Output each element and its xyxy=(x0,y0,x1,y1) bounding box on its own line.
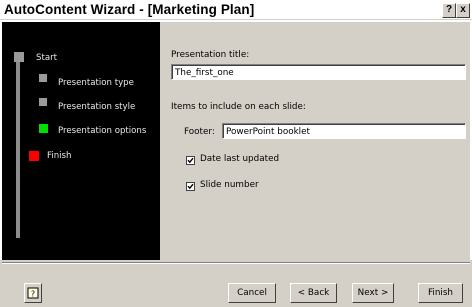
checkmark-icon xyxy=(187,157,194,164)
step-presentation-type-marker xyxy=(39,74,47,82)
step-presentation-style-label[interactable]: Presentation style xyxy=(58,102,135,112)
step-start-marker xyxy=(14,52,24,62)
items-to-include-label: Items to include on each slide: xyxy=(171,102,306,112)
step-start-label[interactable]: Start xyxy=(36,53,57,63)
step-finish-label[interactable]: Finish xyxy=(47,151,71,161)
help-icon: ? xyxy=(27,287,39,299)
date-last-updated-checkbox[interactable] xyxy=(186,156,195,165)
office-assistant-button[interactable]: ? xyxy=(24,283,42,303)
step-finish-marker xyxy=(29,151,39,161)
close-button[interactable]: x xyxy=(456,3,470,18)
options-content-area: Presentation title: The_first_one Items … xyxy=(160,22,470,260)
checkmark-icon xyxy=(187,183,194,190)
finish-button[interactable]: Finish xyxy=(418,283,463,303)
step-presentation-options-label[interactable]: Presentation options xyxy=(58,126,146,136)
separator-line xyxy=(2,262,470,264)
steps-track-line xyxy=(16,62,20,238)
cancel-button[interactable]: Cancel xyxy=(228,283,276,303)
next-button[interactable]: Next > xyxy=(352,283,394,303)
step-presentation-style-marker xyxy=(39,98,47,106)
help-title-glyph: ? xyxy=(445,4,453,15)
slide-number-label[interactable]: Slide number xyxy=(200,180,259,190)
presentation-title-label: Presentation title: xyxy=(171,50,250,60)
close-icon: x xyxy=(460,4,466,15)
step-presentation-type-label[interactable]: Presentation type xyxy=(58,78,134,88)
slide-number-checkbox[interactable] xyxy=(186,182,195,191)
footer-input[interactable]: PowerPoint booklet xyxy=(222,123,466,139)
footer-label: Footer: xyxy=(184,127,215,137)
presentation-title-input[interactable]: The_first_one xyxy=(171,64,466,80)
window-title: AutoContent Wizard - [Marketing Plan] xyxy=(4,2,255,17)
wizard-steps-panel: Start Presentation type Presentation sty… xyxy=(2,22,160,260)
date-last-updated-label[interactable]: Date last updated xyxy=(200,154,279,164)
back-button[interactable]: < Back xyxy=(290,283,337,303)
svg-text:?: ? xyxy=(31,290,35,299)
help-title-button[interactable]: ? xyxy=(442,3,456,18)
title-bar: AutoContent Wizard - [Marketing Plan] ? … xyxy=(0,0,472,20)
step-presentation-options-marker xyxy=(39,124,48,133)
